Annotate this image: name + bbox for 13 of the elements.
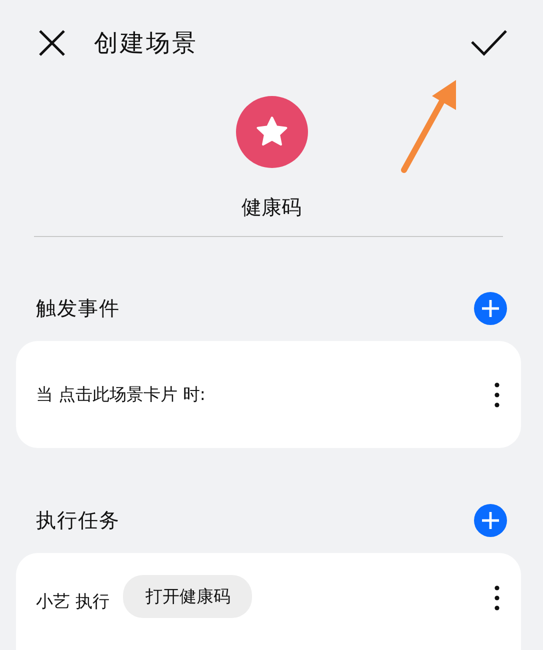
page-title: 创建场景	[94, 28, 199, 59]
add-icon[interactable]	[474, 504, 507, 536]
action-chip[interactable]: 打开健康码	[123, 575, 252, 618]
section-title: 执行任务	[36, 506, 120, 534]
trigger-card[interactable]: 当 点击此场景卡片 时:	[16, 341, 521, 448]
section-title: 触发事件	[36, 294, 120, 322]
add-icon[interactable]	[474, 292, 507, 324]
row-text: 当 点击此场景卡片 时:	[36, 384, 206, 406]
scene-name[interactable]: 健康码	[0, 194, 543, 224]
task-card[interactable]: 小艺 执行 打开健康码	[16, 553, 521, 650]
more-icon[interactable]	[493, 585, 501, 611]
more-icon[interactable]	[493, 382, 501, 408]
row-text: 小艺 执行	[36, 591, 110, 613]
